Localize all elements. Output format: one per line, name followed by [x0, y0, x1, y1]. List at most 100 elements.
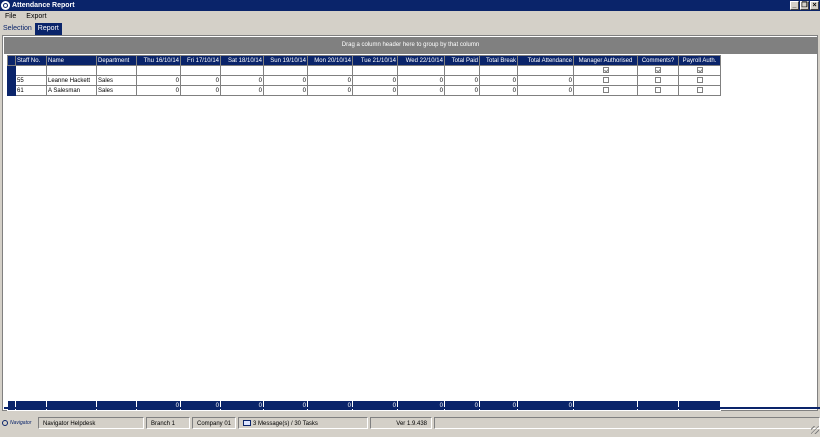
footer-total: 0 — [180, 400, 221, 411]
staff-no-cell[interactable]: 55 — [15, 75, 47, 86]
value-cell[interactable]: 0 — [307, 75, 353, 86]
comments-cell[interactable] — [637, 75, 679, 86]
value-cell[interactable]: 0 — [444, 85, 480, 96]
staff-no-cell[interactable]: 61 — [15, 85, 47, 96]
tab-report[interactable]: Report — [34, 23, 62, 35]
col-header[interactable]: Department — [96, 55, 137, 66]
resize-grip-icon[interactable] — [811, 426, 819, 434]
col-header[interactable]: Name — [46, 55, 97, 66]
checkbox-icon[interactable] — [655, 66, 661, 73]
filter-cell[interactable] — [444, 65, 480, 76]
filter-cell[interactable] — [136, 65, 181, 76]
filter-cell[interactable] — [220, 65, 264, 76]
col-header[interactable]: Total Paid — [444, 55, 480, 66]
app-logo-icon — [1, 1, 10, 10]
value-cell[interactable]: 0 — [180, 75, 221, 86]
filter-cell[interactable] — [397, 65, 445, 76]
checkbox-icon[interactable] — [655, 86, 661, 93]
checkbox-icon[interactable] — [655, 76, 661, 83]
status-helpdesk[interactable]: Navigator Helpdesk — [38, 417, 144, 429]
table-row[interactable]: 61 A Salesman Sales 0 0 0 0 0 0 0 0 0 0 — [7, 85, 721, 96]
value-cell[interactable]: 0 — [397, 75, 445, 86]
filter-cell[interactable] — [352, 65, 398, 76]
manager-authorised-cell[interactable] — [573, 75, 638, 86]
comments-cell[interactable] — [637, 85, 679, 96]
value-cell[interactable]: 0 — [352, 85, 398, 96]
checkbox-icon[interactable] — [696, 76, 703, 83]
value-cell[interactable]: 0 — [180, 85, 221, 96]
table-row[interactable]: 55 Leanne Hackett Sales 0 0 0 0 0 0 0 0 … — [7, 75, 721, 86]
row-selector[interactable] — [7, 85, 16, 96]
col-header[interactable]: Manager Authorised — [573, 55, 638, 66]
col-header[interactable]: Tue 21/10/14 — [352, 55, 398, 66]
payroll-auth-cell[interactable] — [678, 85, 721, 96]
restore-icon[interactable]: ❐ — [800, 1, 809, 10]
footer-total: 0 — [220, 400, 264, 411]
filter-checkbox[interactable] — [637, 65, 679, 76]
row-selector[interactable] — [7, 65, 16, 76]
name-cell[interactable]: Leanne Hackett — [46, 75, 97, 86]
checkbox-icon[interactable] — [602, 66, 609, 73]
value-cell[interactable]: 0 — [479, 85, 518, 96]
menu-export[interactable]: Export — [21, 11, 51, 22]
col-header[interactable]: Comments? — [637, 55, 679, 66]
value-cell[interactable]: 0 — [479, 75, 518, 86]
header-row: Staff No. Name Department Thu 16/10/14 F… — [7, 55, 721, 66]
col-header[interactable]: Thu 16/10/14 — [136, 55, 181, 66]
col-header[interactable]: Staff No. — [15, 55, 47, 66]
col-header[interactable]: Fri 17/10/14 — [180, 55, 221, 66]
status-bar: Navigator Navigator Helpdesk Branch 1 Co… — [0, 416, 820, 430]
value-cell[interactable]: 0 — [517, 75, 574, 86]
value-cell[interactable]: 0 — [136, 85, 181, 96]
filter-checkbox[interactable] — [573, 65, 638, 76]
filter-cell[interactable] — [96, 65, 137, 76]
value-cell[interactable]: 0 — [444, 75, 480, 86]
filter-cell[interactable] — [517, 65, 574, 76]
name-cell[interactable]: A Salesman — [46, 85, 97, 96]
value-cell[interactable]: 0 — [307, 85, 353, 96]
col-header[interactable]: Total Break — [479, 55, 518, 66]
value-cell[interactable]: 0 — [517, 85, 574, 96]
filter-cell[interactable] — [15, 65, 47, 76]
col-header[interactable]: Sun 19/10/14 — [263, 55, 308, 66]
col-header[interactable]: Total Attendance — [517, 55, 574, 66]
value-cell[interactable]: 0 — [220, 75, 264, 86]
menu-file[interactable]: File — [0, 11, 21, 22]
close-icon[interactable]: × — [810, 1, 819, 10]
report-panel: Drag a column header here to group by th… — [2, 35, 818, 411]
department-cell[interactable]: Sales — [96, 75, 137, 86]
col-header[interactable]: Payroll Auth. — [678, 55, 721, 66]
value-cell[interactable]: 0 — [220, 85, 264, 96]
value-cell[interactable]: 0 — [263, 75, 308, 86]
minimize-icon[interactable]: _ — [790, 1, 799, 10]
col-header[interactable]: Wed 22/10/14 — [397, 55, 445, 66]
checkbox-icon[interactable] — [602, 86, 609, 93]
filter-checkbox[interactable] — [678, 65, 721, 76]
filter-cell[interactable] — [263, 65, 308, 76]
value-cell[interactable]: 0 — [352, 75, 398, 86]
manager-authorised-cell[interactable] — [573, 85, 638, 96]
value-cell[interactable]: 0 — [136, 75, 181, 86]
filter-cell[interactable] — [46, 65, 97, 76]
tab-strip: Selection Report — [0, 23, 62, 35]
filter-cell[interactable] — [307, 65, 353, 76]
checkbox-icon[interactable] — [602, 76, 609, 83]
window-controls: _ ❐ × — [790, 1, 819, 10]
attendance-grid: Staff No. Name Department Thu 16/10/14 F… — [7, 55, 721, 96]
row-selector[interactable] — [7, 75, 16, 86]
group-by-area[interactable]: Drag a column header here to group by th… — [4, 37, 817, 54]
checkbox-icon[interactable] — [696, 66, 703, 73]
filter-cell[interactable] — [479, 65, 518, 76]
value-cell[interactable]: 0 — [397, 85, 445, 96]
department-cell[interactable]: Sales — [96, 85, 137, 96]
col-header[interactable]: Mon 20/10/14 — [307, 55, 353, 66]
tab-selection[interactable]: Selection — [0, 23, 35, 35]
value-cell[interactable]: 0 — [263, 85, 308, 96]
checkbox-icon[interactable] — [696, 86, 703, 93]
col-header[interactable]: Sat 18/10/14 — [220, 55, 264, 66]
filter-cell[interactable] — [180, 65, 221, 76]
status-messages[interactable]: 3 Message(s) / 30 Tasks — [238, 417, 368, 429]
menu-bar: File Export — [0, 11, 820, 22]
payroll-auth-cell[interactable] — [678, 75, 721, 86]
status-company: Company 01 — [192, 417, 236, 429]
